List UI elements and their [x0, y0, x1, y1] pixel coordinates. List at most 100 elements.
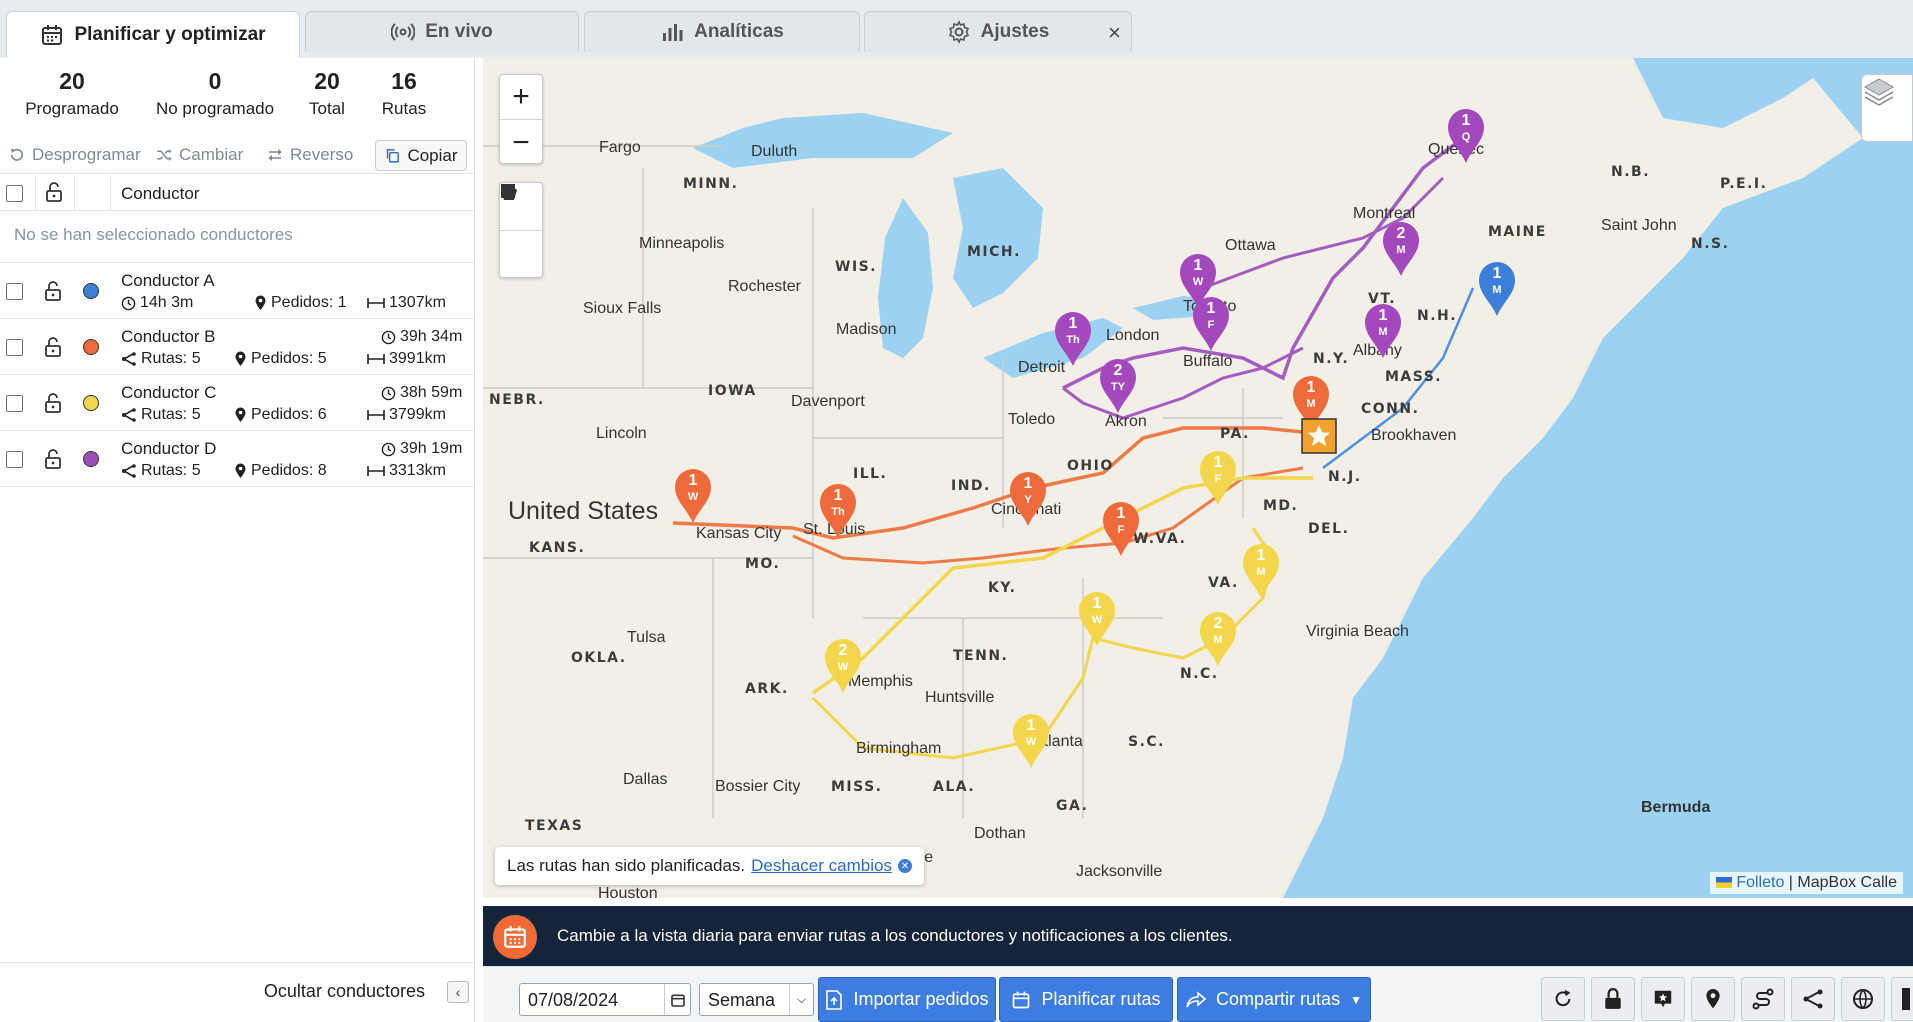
driver-routes: Rutas: 5 [121, 350, 201, 368]
refresh-button[interactable] [1541, 977, 1585, 1021]
city-label: Sioux Falls [583, 300, 661, 317]
driver-color-dot [83, 339, 99, 355]
close-icon[interactable]: × [1108, 20, 1121, 46]
city-label: Saint John [1601, 217, 1677, 234]
planned-toast: Las rutas han sido planificadas. Deshace… [495, 847, 924, 885]
route-split-icon [1803, 989, 1823, 1009]
state-label: S.C. [1128, 734, 1165, 750]
reverse-label: Reverso [290, 145, 354, 164]
unschedule-button[interactable]: Desprogramar [8, 145, 141, 165]
driver-row[interactable]: Conductor D 39h 19m Rutas: 5 Pedidos: 8 … [0, 431, 475, 487]
svg-text:1: 1 [1462, 112, 1471, 129]
select-all-checkbox[interactable] [6, 185, 23, 202]
globe-icon [1853, 989, 1873, 1009]
calendar-icon[interactable] [664, 984, 690, 1015]
ukraine-flag-icon [1716, 877, 1733, 889]
lock-open-icon[interactable] [44, 393, 62, 413]
driver-row[interactable]: Conductor B 39h 34m Rutas: 5 Pedidos: 5 … [0, 319, 475, 375]
svg-text:Y: Y [1024, 494, 1032, 506]
reverse-button[interactable]: Reverso [266, 145, 353, 165]
svg-text:1: 1 [1194, 257, 1203, 274]
rectangle-tool-button[interactable] [500, 184, 542, 279]
chevron-left-icon[interactable]: ‹ [447, 981, 469, 1003]
driver-distance: 3799km [367, 406, 446, 424]
route-split-button[interactable] [1791, 977, 1835, 1021]
driver-row[interactable]: Conductor C 38h 59m Rutas: 5 Pedidos: 6 … [0, 375, 475, 431]
lock-button[interactable] [1591, 977, 1635, 1021]
tab-label: Ajustes [980, 21, 1050, 42]
layers-button[interactable] [1861, 74, 1913, 142]
driver-checkbox[interactable] [6, 339, 23, 356]
stat-rutas: 16 Rutas [374, 68, 434, 119]
close-icon[interactable]: ✕ [897, 859, 912, 873]
lock-open-icon[interactable] [44, 449, 62, 469]
svg-text:2: 2 [839, 642, 848, 659]
state-label: ILL. [853, 466, 887, 482]
zoom-in-button[interactable]: + [500, 75, 542, 120]
lock-open-icon[interactable] [45, 182, 63, 202]
zoom-out-button[interactable]: − [500, 120, 542, 165]
plan-routes-button[interactable]: Planificar rutas [999, 977, 1173, 1022]
route-path-button[interactable] [1741, 977, 1785, 1021]
city-label: Fargo [599, 139, 641, 156]
state-label: TENN. [953, 648, 1008, 664]
globe-button[interactable] [1841, 977, 1885, 1021]
city-label: London [1106, 327, 1159, 344]
show-pins-button[interactable] [1691, 977, 1735, 1021]
tab-planificar[interactable]: Planificar y optimizar [6, 11, 300, 58]
tab-ajustes[interactable]: Ajustes × [864, 11, 1132, 52]
clock-icon [381, 386, 396, 400]
lock-open-icon[interactable] [44, 281, 62, 301]
date-input[interactable]: 07/08/2024 [519, 983, 691, 1016]
driver-time-value: 39h 19m [400, 440, 463, 457]
driver-checkbox[interactable] [6, 451, 23, 468]
svg-text:1: 1 [1207, 300, 1216, 317]
svg-text:M: M [1256, 566, 1265, 578]
more-tools-button[interactable] [1891, 977, 1913, 1021]
driver-column-header: Conductor [121, 184, 200, 203]
add-marker-button[interactable] [1641, 977, 1685, 1021]
swap-icon [268, 149, 282, 161]
city-label: Duluth [751, 143, 797, 160]
refresh-icon [1555, 989, 1571, 1007]
calendar-icon [42, 25, 63, 45]
route-map[interactable]: MINN. WIS. MICH. IOWA NEBR. ILL. IND. OH… [483, 58, 1913, 898]
tab-analiticas[interactable]: Analíticas [584, 11, 860, 52]
driver-distance-value: 1307km [389, 294, 446, 311]
hide-drivers-button[interactable]: Ocultar conductores [264, 981, 425, 1002]
city-label: Brookhaven [1371, 427, 1456, 444]
distance-icon [367, 410, 385, 420]
sidebar-footer: Ocultar conductores ‹ [0, 962, 475, 1022]
share-routes-button[interactable]: Compartir rutas ▼ [1177, 977, 1371, 1022]
driver-time: 14h 3m [121, 294, 193, 312]
copy-icon [387, 149, 400, 163]
tab-en-vivo[interactable]: En vivo [305, 11, 579, 52]
change-button[interactable]: Cambiar [155, 145, 243, 165]
undo-changes-link[interactable]: Deshacer cambios [751, 856, 892, 876]
lock-open-icon[interactable] [44, 337, 62, 357]
svg-text:F: F [1208, 319, 1215, 331]
draw-tools [499, 182, 543, 278]
chevron-down-icon: ⌵ [789, 984, 813, 1015]
driver-checkbox[interactable] [6, 395, 23, 412]
panel-edge-icon [1901, 988, 1910, 1010]
caret-down-icon: ▼ [1350, 992, 1362, 1007]
state-label: MICH. [967, 244, 1021, 260]
city-label: Minneapolis [639, 235, 724, 252]
city-label: Virginia Beach [1306, 623, 1409, 640]
city-label: Houston [598, 885, 658, 898]
copy-button[interactable]: Copiar [375, 140, 467, 171]
svg-text:Th: Th [831, 506, 845, 518]
driver-routes: Rutas: 5 [121, 462, 201, 480]
driver-row[interactable]: Conductor A 14h 3m Pedidos: 1 1307km [0, 263, 475, 319]
import-orders-button[interactable]: Importar pedidos [818, 977, 996, 1022]
driver-distance: 1307km [367, 294, 446, 312]
leaflet-link[interactable]: Folleto [1736, 874, 1784, 891]
state-label: WIS. [835, 259, 877, 275]
driver-checkbox[interactable] [6, 283, 23, 300]
period-select[interactable]: Semana ⌵ [699, 983, 814, 1016]
attribution-text: | MapBox Calle [1788, 874, 1897, 891]
state-label: VA. [1208, 575, 1239, 591]
svg-text:TY: TY [1111, 381, 1126, 393]
state-label: P.E.I. [1720, 176, 1767, 192]
